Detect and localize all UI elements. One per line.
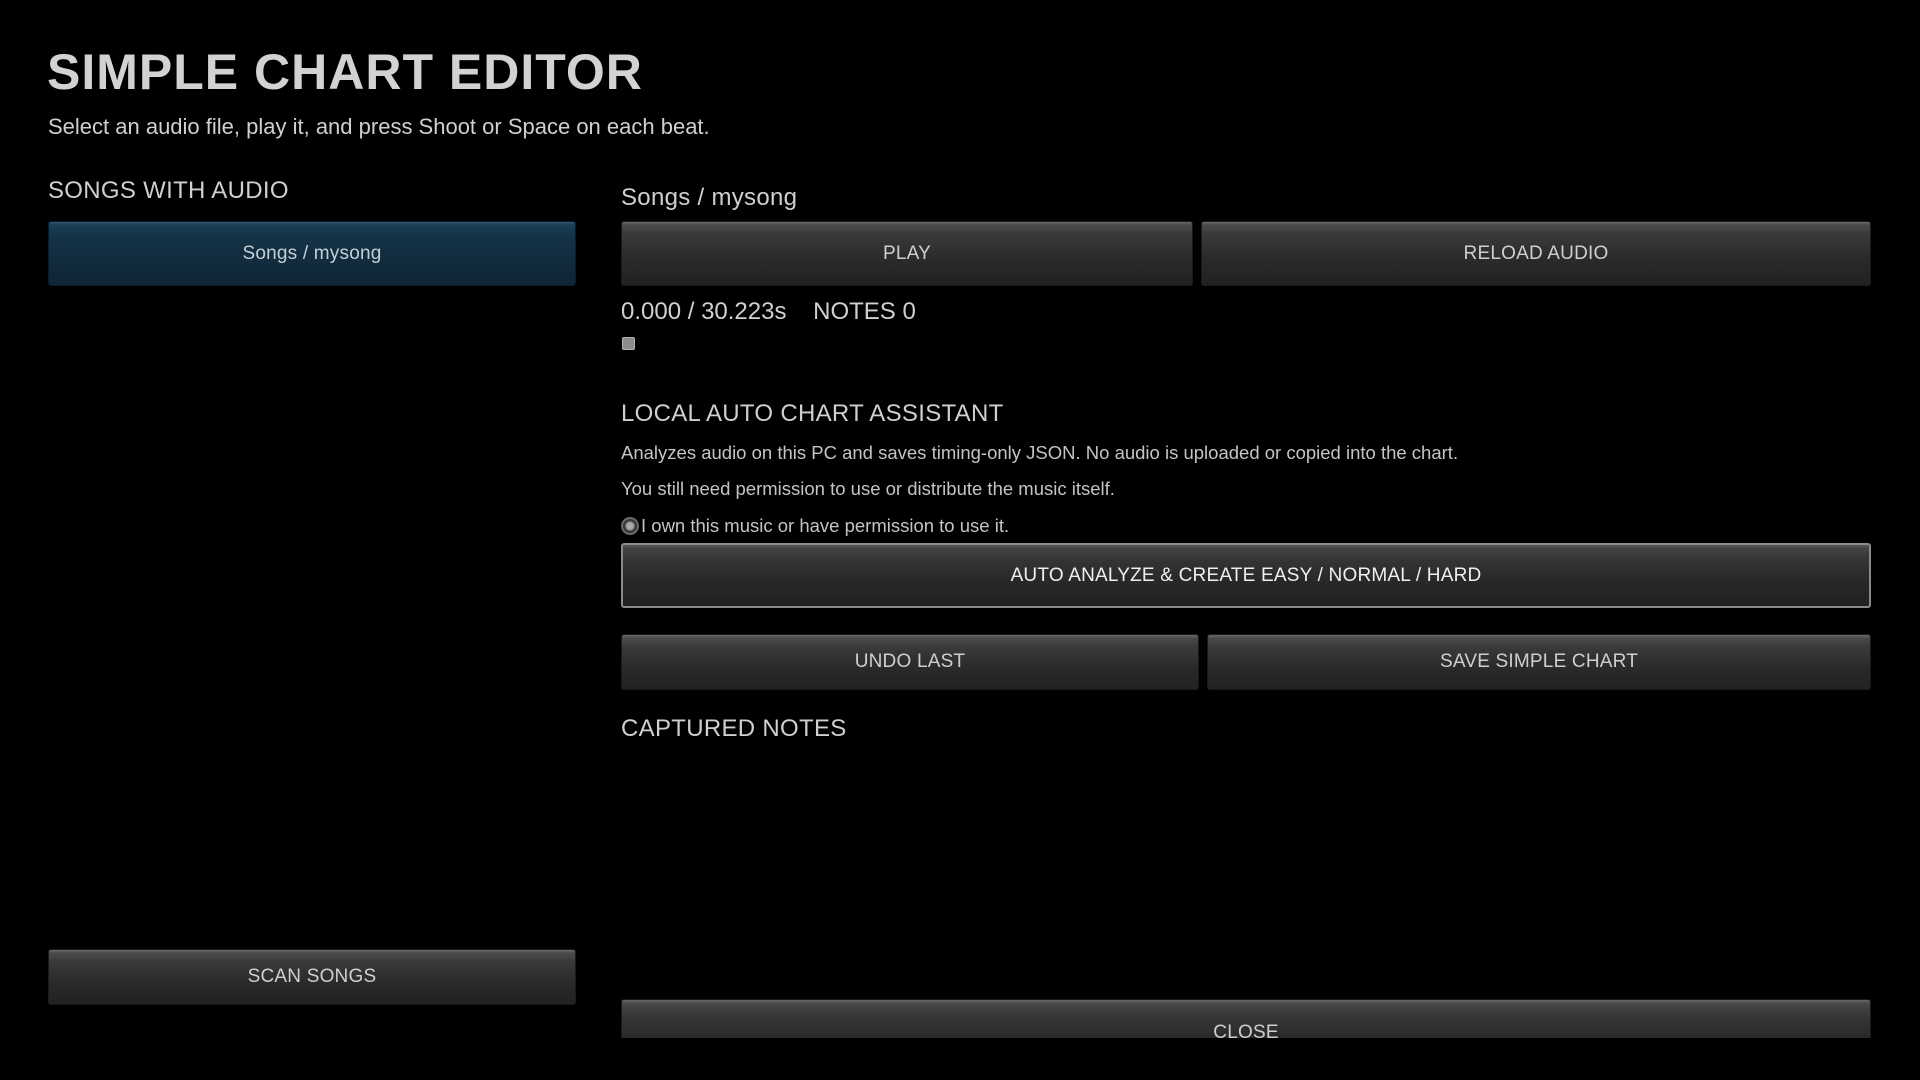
consent-row[interactable]: I own this music or have permission to u… xyxy=(621,514,1009,538)
assistant-permission-note: You still need permission to use or dist… xyxy=(621,478,1115,499)
consent-checkbox[interactable] xyxy=(621,517,639,535)
assistant-heading: LOCAL AUTO CHART ASSISTANT xyxy=(621,400,1004,427)
time-readout: 0.000 / 30.223s xyxy=(621,298,787,325)
notes-count: NOTES 0 xyxy=(813,298,916,325)
undo-last-button[interactable]: UNDO LAST xyxy=(621,634,1199,690)
song-list-item[interactable]: Songs / mysong xyxy=(48,221,576,286)
consent-label: I own this music or have permission to u… xyxy=(641,515,1010,536)
playback-progress-slider[interactable] xyxy=(622,337,635,350)
play-button[interactable]: PLAY xyxy=(621,221,1193,286)
captured-notes-list xyxy=(621,750,1871,990)
captured-notes-heading: CAPTURED NOTES xyxy=(621,715,847,742)
assistant-description: Analyzes audio on this PC and saves timi… xyxy=(621,442,1459,463)
scan-songs-button[interactable]: SCAN SONGS xyxy=(48,949,576,1005)
viewport-bottom-edge xyxy=(0,1038,1920,1080)
save-chart-button[interactable]: SAVE SIMPLE CHART xyxy=(1207,634,1871,690)
page-title: SIMPLE CHART EDITOR xyxy=(47,44,643,100)
playback-status: 0.000 / 30.223s NOTES 0 xyxy=(621,297,916,327)
auto-analyze-button[interactable]: AUTO ANALYZE & CREATE EASY / NORMAL / HA… xyxy=(621,543,1871,608)
chart-editor-screen: SIMPLE CHART EDITOR Select an audio file… xyxy=(0,0,1920,1080)
reload-audio-button[interactable]: RELOAD AUDIO xyxy=(1201,221,1871,286)
songs-heading: SONGS WITH AUDIO xyxy=(48,177,289,204)
current-song-title: Songs / mysong xyxy=(621,184,798,211)
page-subtitle: Select an audio file, play it, and press… xyxy=(48,114,710,139)
